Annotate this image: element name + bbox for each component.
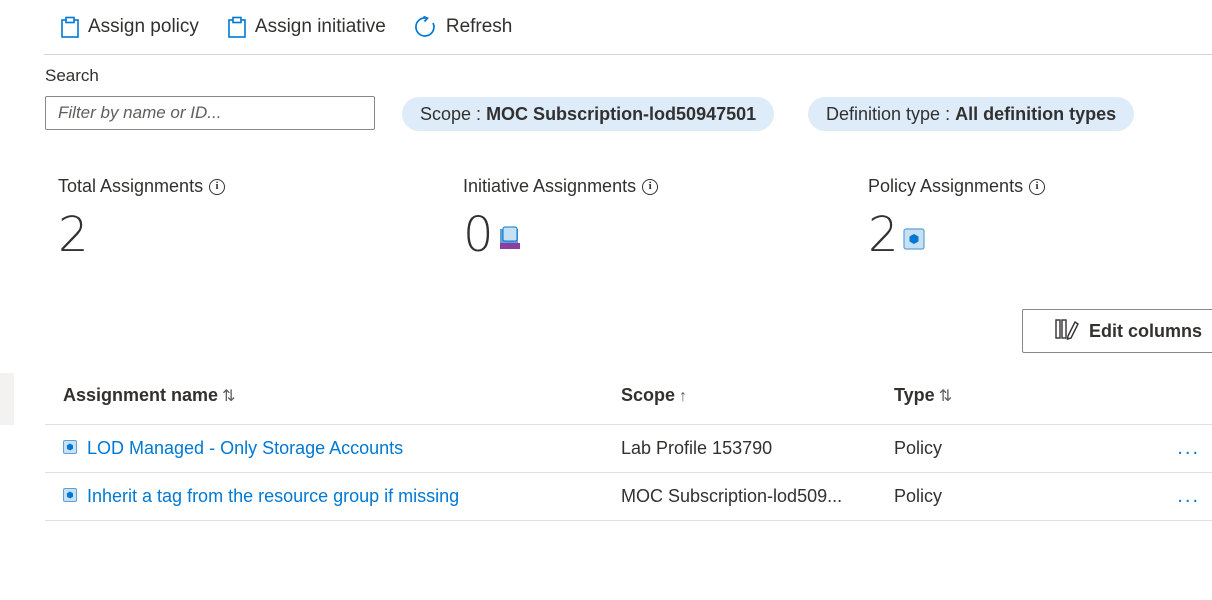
policy-assignments-stat: Policy Assignments i 2 (868, 176, 1046, 263)
type-cell: Policy (894, 472, 1174, 521)
column-header-scope[interactable]: Scope ↑ (621, 366, 894, 425)
command-bar: Assign policy Assign initiative Refresh (44, 0, 1212, 55)
scope-cell: MOC Subscription-lod509... (621, 472, 894, 521)
policy-icon (63, 486, 77, 507)
column-header-actions (1174, 366, 1212, 425)
definition-type-filter-value: All definition types (955, 104, 1117, 124)
column-header-assignment-name[interactable]: Assignment name ⇅ (45, 366, 621, 425)
more-actions-button[interactable]: ... (1177, 485, 1200, 507)
total-assignments-value: 2 (58, 207, 89, 263)
assign-policy-button[interactable]: Assign policy (58, 12, 201, 42)
sort-icon: ⇅ (938, 387, 953, 405)
scope-filter-value: MOC Subscription-lod50947501 (486, 104, 757, 124)
total-assignments-label: Total Assignments (58, 176, 204, 196)
scope-filter-pill[interactable]: Scope : MOC Subscription-lod50947501 (402, 97, 775, 131)
more-actions-button[interactable]: ... (1177, 437, 1200, 459)
definition-type-filter-label: Definition type : (826, 104, 951, 124)
clipboard-icon (227, 16, 247, 38)
search-label: Search (45, 66, 99, 85)
definition-type-filter-pill[interactable]: Definition type : All definition types (808, 97, 1135, 131)
column-header-type[interactable]: Type ⇅ (894, 366, 1174, 425)
initiative-assignments-label: Initiative Assignments (463, 176, 637, 196)
info-icon[interactable]: i (642, 178, 659, 195)
edit-columns-button[interactable]: Edit columns (1022, 309, 1212, 353)
search-input[interactable] (45, 96, 375, 130)
assignments-table: Assignment name ⇅ Scope ↑ Type ⇅ LOD Manage… (45, 366, 1212, 521)
refresh-button[interactable]: Refresh (412, 11, 515, 43)
assign-initiative-label: Assign initiative (254, 16, 386, 37)
clipboard-icon (60, 16, 80, 38)
info-icon[interactable]: i (209, 178, 226, 195)
policy-icon (63, 438, 77, 459)
info-icon[interactable]: i (1029, 178, 1046, 195)
sort-icon: ⇅ (222, 387, 236, 405)
assign-policy-label: Assign policy (88, 16, 199, 37)
table-row[interactable]: LOD Managed - Only Storage Accounts Lab … (45, 424, 1212, 473)
total-assignments-stat: Total Assignments i 2 (58, 176, 226, 263)
assignment-link[interactable]: Inherit a tag from the resource group if… (63, 486, 621, 507)
edit-columns-label: Edit columns (1089, 320, 1203, 341)
policy-assignments-value: 2 (868, 207, 899, 263)
policy-icon (902, 207, 925, 263)
assign-initiative-button[interactable]: Assign initiative (225, 12, 388, 42)
sort-ascending-icon: ↑ (679, 387, 688, 405)
side-panel-edge (0, 373, 14, 425)
type-cell: Policy (894, 424, 1174, 473)
table-header-row: Assignment name ⇅ Scope ↑ Type ⇅ (45, 366, 1212, 425)
initiative-assignments-value: 0 (463, 207, 494, 263)
scope-cell: Lab Profile 153790 (621, 424, 894, 473)
initiative-icon (498, 207, 522, 263)
scope-filter-label: Scope : (420, 104, 482, 124)
table-row[interactable]: Inherit a tag from the resource group if… (45, 472, 1212, 521)
assignment-link[interactable]: LOD Managed - Only Storage Accounts (63, 438, 621, 459)
refresh-icon (414, 15, 438, 39)
refresh-label: Refresh (445, 16, 513, 37)
columns-edit-icon (1055, 318, 1079, 345)
initiative-assignments-stat: Initiative Assignments i 0 (463, 176, 659, 263)
policy-assignments-label: Policy Assignments (868, 176, 1024, 196)
